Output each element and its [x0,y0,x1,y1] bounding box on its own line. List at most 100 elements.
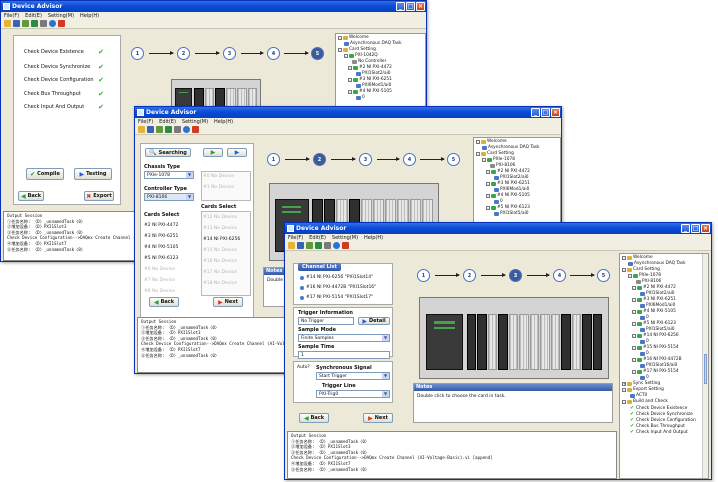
step-3[interactable]: 3 [359,153,372,166]
step-1[interactable]: 1 [131,47,144,60]
tree-node[interactable]: PXI6Mod1/ai0 [356,83,391,88]
step-5[interactable]: 5 [447,153,460,166]
next-button[interactable]: ▶ Next [213,297,243,307]
tree-node[interactable]: 0 [640,339,649,344]
tree-node[interactable]: - #4 NI PXI-5105 [348,89,392,94]
save-icon[interactable] [13,20,20,27]
tree-node[interactable]: ACT0 [630,393,647,398]
sync-signal-select[interactable]: Start Trigger ▼ [316,372,390,380]
tree-node[interactable]: 0 [640,315,649,320]
project-tree[interactable]: - Welcome Asynchronous DAQ Task - Card Set… [619,253,709,479]
menu-setting[interactable]: Setting(M) [182,119,208,125]
tree-node[interactable]: - Card Setting [476,151,514,156]
card-slot[interactable]: #2 NI PXI-4472 [144,223,178,228]
tree-node[interactable]: - #15 NI PXI-5154 [632,345,679,350]
tree-node[interactable]: 0 [356,95,365,100]
config-icon[interactable] [40,20,47,27]
card-slot[interactable]: #6 No Device [144,267,175,272]
menu-help[interactable]: Help(H) [364,235,383,241]
tree-node[interactable]: Asynchronous DAQ Task [628,261,686,266]
tree-node[interactable]: PXI-8106 [490,163,515,168]
tree-node[interactable]: PXI1Slot2/ai0 [356,71,391,76]
step-2[interactable]: 2 [177,47,190,60]
menu-edit[interactable]: Edit(E) [309,235,326,241]
card-slot[interactable]: #16 No Device [203,259,237,264]
tree-scrollbar[interactable] [702,254,708,478]
tree-node[interactable]: - Build and Check [622,399,668,404]
minimize-button[interactable]: _ [531,108,540,117]
chassis-type-select[interactable]: PXIe-1078 ▼ [144,171,194,179]
menu-file[interactable]: File(F) [4,13,19,19]
load-icon[interactable] [22,20,29,27]
searching-button[interactable]: 🔍 Searching [145,148,191,157]
back-button[interactable]: ◀ Back [18,191,44,201]
card-slot[interactable]: #4 NI PXI-5105 [144,245,178,250]
tree-node[interactable]: - #5 NI PXI-6123 [486,205,530,210]
tree-node[interactable]: - PXI-1042Q [344,53,378,58]
menu-help[interactable]: Help(H) [80,13,99,19]
card-slot[interactable]: #5 NI PXI-6123 [144,256,178,261]
step-2[interactable]: 2 [463,269,476,282]
help-icon[interactable] [183,126,190,133]
next-button[interactable]: ▶ Next [363,413,393,423]
step-2[interactable]: 2 [313,153,326,166]
card-slot[interactable]: #13 No Device [203,226,237,231]
stop-icon[interactable] [58,20,65,27]
step-5[interactable]: 5 [597,269,610,282]
card-slot[interactable]: #12 No Device [203,215,237,220]
step-1[interactable]: 1 [417,269,430,282]
tree-node[interactable]: Asynchronous DAQ Task [482,145,540,150]
maximize-button[interactable]: □ [691,224,700,233]
tree-node[interactable]: - #2 NI PXI-4472 [348,65,392,70]
channel-item[interactable]: #16 NI PXI-4472B "PXI1Slot16" [300,285,376,290]
tree-node[interactable]: - #3 NI PXI-6251 [632,297,676,302]
tree-node[interactable]: - PXIe-1078 [482,157,515,162]
menu-file[interactable]: File(F) [288,235,303,241]
step-4[interactable]: 4 [403,153,416,166]
tree-node[interactable]: PXI6Mod1/ai0 [494,187,529,192]
run-icon[interactable] [31,20,38,27]
minimize-button[interactable]: _ [681,224,690,233]
help-icon[interactable] [333,242,340,249]
save-icon[interactable] [297,242,304,249]
tree-node[interactable]: PXI1Slot2/ai0 [494,175,529,180]
title-bar[interactable]: Device Advisor _ □ × [135,107,561,118]
menu-setting[interactable]: Setting(M) [48,13,74,19]
tree-node[interactable]: - #16 NI PXI-4472B [632,357,682,362]
controller-type-select[interactable]: PXI-8106 ▼ [144,193,194,201]
tree-node[interactable]: - Welcome [476,139,507,144]
tree-node[interactable]: - PXIe-1078 [628,273,661,278]
export-button[interactable]: ✖ Export [84,191,114,201]
card-slot[interactable]: #14 NI PXI-6256 [203,237,240,242]
chassis-image[interactable] [419,297,609,379]
tree-node[interactable]: - #14 NI PXI-6256 [632,333,679,338]
step-1[interactable]: 1 [267,153,280,166]
tree-node[interactable]: Asynchronous DAQ Task [344,41,402,46]
help-icon[interactable] [49,20,56,27]
card-slot[interactable]: #8 No Device [144,289,175,294]
tree-node[interactable]: PXI1Slot5/ai0 [640,327,675,332]
back-button[interactable]: ◀ Back [299,413,329,423]
back-button[interactable]: ◀ Back [149,297,179,307]
load-icon[interactable] [156,126,163,133]
close-button[interactable]: × [416,2,425,11]
tree-node[interactable]: 0 [640,351,649,356]
tree-node[interactable]: - #4 NI PXI-5105 [486,193,530,198]
close-button[interactable]: × [551,108,560,117]
sample-time-input[interactable]: 1 [298,351,390,359]
tree-node[interactable]: - Card Setting [622,267,660,272]
tree-node[interactable]: ✔ Check Input And Output [630,429,688,435]
card-slot[interactable]: #3 NI PXI-6251 [144,234,178,239]
compile-button[interactable]: ✔ Compile [26,168,64,180]
card-slot[interactable]: #15 No Device [203,248,237,253]
tree-node[interactable]: - #3 NI PXI-6251 [348,77,392,82]
tree-node[interactable]: - #5 NI PXI-6123 [632,321,676,326]
maximize-button[interactable]: □ [406,2,415,11]
tree-node[interactable]: + Sync Setting [622,381,660,386]
step-4[interactable]: 4 [553,269,566,282]
step-3[interactable]: 3 [509,269,522,282]
tree-node[interactable]: - Export Setting [622,387,664,392]
step-3[interactable]: 3 [223,47,236,60]
detail-button[interactable]: ▶ Detail [358,317,390,325]
tree-node[interactable]: - #4 NI PXI-5105 [632,309,676,314]
